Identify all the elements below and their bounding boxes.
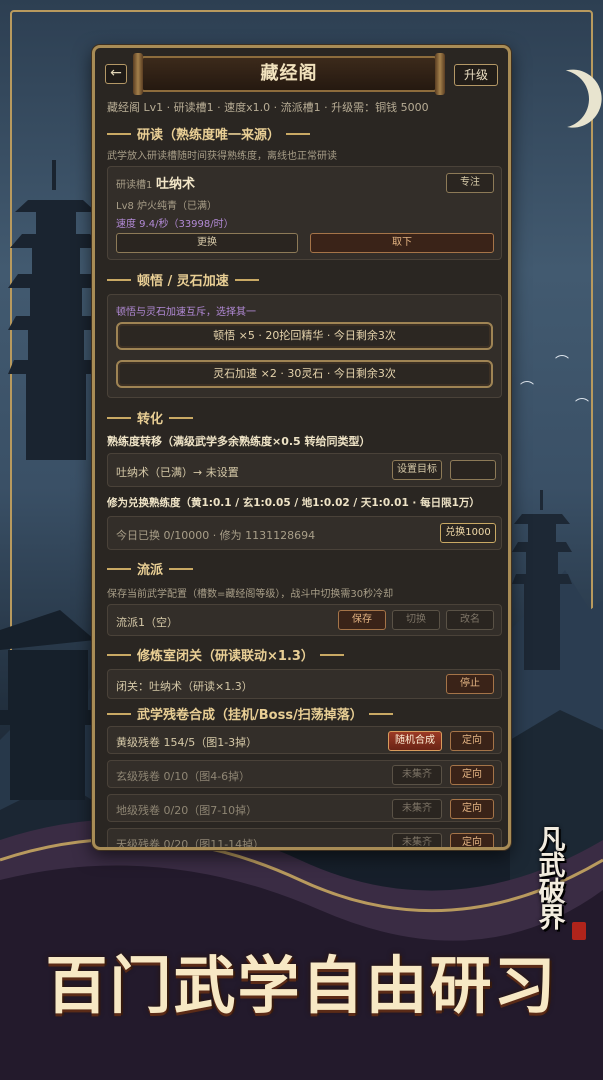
skill-level: Lv8 炉火纯青（已满） bbox=[116, 201, 218, 212]
scroll-count: 黄级残卷 154/5（图1-3掉） bbox=[116, 736, 258, 749]
scroll-row-heaven: 天级残卷 0/20（图11-14掉） 未集齐 定向 bbox=[107, 828, 502, 850]
crane-icon: ⌒ bbox=[575, 398, 589, 414]
study-speed: 速度 9.4/秒（33998/时） bbox=[116, 219, 234, 230]
targeted-synthesize-button[interactable]: 定向 bbox=[450, 765, 494, 785]
not-collected-button[interactable]: 未集齐 bbox=[392, 765, 442, 785]
divider bbox=[107, 653, 131, 656]
divider bbox=[107, 132, 131, 135]
targeted-synthesize-button[interactable]: 定向 bbox=[450, 731, 494, 751]
divider bbox=[107, 278, 131, 281]
retreat-status: 闭关：吐纳术（研读×1.3） bbox=[116, 680, 253, 693]
moon bbox=[523, 62, 597, 136]
page-title: 藏经阁 bbox=[260, 63, 318, 84]
divider bbox=[107, 712, 131, 715]
section-title: 顿悟 / 灵石加速 bbox=[137, 274, 229, 289]
slot-label: 研读槽1 bbox=[116, 180, 153, 191]
boost-section-heading: 顿悟 / 灵石加速 bbox=[107, 270, 259, 289]
pagoda-right bbox=[512, 490, 572, 670]
divider bbox=[286, 132, 311, 135]
pagoda-left bbox=[8, 160, 103, 460]
set-target-button[interactable]: 设置目标 bbox=[392, 460, 442, 480]
targeted-synthesize-button[interactable]: 定向 bbox=[450, 799, 494, 819]
school-section-heading: 流派 bbox=[107, 559, 194, 578]
empty-target-button[interactable] bbox=[450, 460, 496, 480]
switch-school-button[interactable]: 切换 bbox=[392, 610, 440, 630]
back-button[interactable]: ← bbox=[105, 64, 127, 84]
scroll-count: 地级残卷 0/20（图7-10掉） bbox=[116, 804, 258, 817]
stop-retreat-button[interactable]: 停止 bbox=[446, 674, 494, 694]
scroll-row-yellow: 黄级残卷 154/5（图1-3掉） 随机合成 定向 bbox=[107, 726, 502, 754]
transfer-status: 吐纳术（已满）→ 未设置 bbox=[116, 466, 239, 479]
exchange-title: 修为兑换熟练度（黄1:0.1 / 玄1:0.05 / 地1:0.02 / 天1:… bbox=[107, 497, 480, 509]
rename-school-button[interactable]: 改名 bbox=[446, 610, 494, 630]
not-collected-button[interactable]: 未集齐 bbox=[392, 833, 442, 847]
scroll-count: 天级残卷 0/20（图11-14掉） bbox=[116, 838, 265, 850]
divider bbox=[319, 653, 344, 656]
scroll-count: 玄级残卷 0/10（图4-6掉） bbox=[116, 770, 251, 783]
retreat-row: 闭关：吐纳术（研读×1.3） 停止 bbox=[107, 669, 502, 699]
study-slot-card: 研读槽1 吐纳术 专注 Lv8 炉火纯青（已满） 速度 9.4/秒（33998/… bbox=[107, 166, 502, 260]
panel-header: ← 藏经阁 升级 bbox=[95, 48, 508, 95]
scroll-section-heading: 武学残卷合成（挂机/Boss/扫荡掉落） bbox=[107, 704, 393, 723]
divider bbox=[169, 416, 194, 419]
crane-icon: ⌒ bbox=[555, 355, 569, 371]
retreat-section-heading: 修炼室闭关（研读联动×1.3） bbox=[107, 645, 344, 664]
exchange-button[interactable]: 兑换1000 bbox=[440, 523, 496, 543]
title-scroll: 藏经阁 bbox=[133, 53, 445, 95]
divider bbox=[169, 567, 194, 570]
library-status: 藏经阁 Lv1 · 研读槽1 · 速度x1.0 · 流派槽1 · 升级需：铜钱 … bbox=[107, 101, 429, 114]
epiphany-button[interactable]: 顿悟 ×5 · 20抡回精华 · 今日剩余3次 bbox=[116, 322, 493, 350]
not-collected-button[interactable]: 未集齐 bbox=[392, 799, 442, 819]
library-panel: ← 藏经阁 升级 藏经阁 Lv1 · 研读槽1 · 速度x1.0 · 流派槽1 … bbox=[92, 45, 511, 850]
section-title: 武学残卷合成（挂机/Boss/扫荡掉落） bbox=[137, 708, 363, 723]
spirit-stone-boost-button[interactable]: 灵石加速 ×2 · 30灵石 · 今日剩余3次 bbox=[116, 360, 493, 388]
swap-skill-button[interactable]: 更换 bbox=[116, 233, 298, 253]
study-section-heading: 研读（熟练度唯一来源） bbox=[107, 124, 311, 143]
scroll-row-earth: 地级残卷 0/20（图7-10掉） 未集齐 定向 bbox=[107, 794, 502, 822]
transfer-title: 熟练度转移（满级武学多余熟练度×0.5 转给同类型） bbox=[107, 435, 371, 448]
school-slot: 流派1（空） bbox=[116, 616, 178, 629]
skill-name: 吐纳术 bbox=[156, 177, 196, 192]
divider bbox=[368, 712, 393, 715]
section-title: 修炼室闭关（研读联动×1.3） bbox=[137, 649, 314, 664]
targeted-synthesize-button[interactable]: 定向 bbox=[450, 833, 494, 847]
crane-icon: ⌒ bbox=[520, 381, 534, 397]
upgrade-button[interactable]: 升级 bbox=[454, 64, 498, 86]
school-note: 保存当前武学配置（槽数=藏经阁等级），战斗中切换需30秒冷却 bbox=[107, 589, 394, 600]
remove-skill-button[interactable]: 取下 bbox=[310, 233, 494, 253]
pavilion-left bbox=[0, 610, 95, 800]
school-row: 流派1（空） 保存 切换 改名 bbox=[107, 604, 502, 636]
save-school-button[interactable]: 保存 bbox=[338, 610, 386, 630]
study-note: 武学放入研读槽随时间获得熟练度，离线也正常研读 bbox=[107, 151, 337, 162]
transform-section-heading: 转化 bbox=[107, 408, 194, 427]
promo-slogan: 百门武学自由研习 bbox=[45, 949, 558, 1022]
section-title: 研读（熟练度唯一来源） bbox=[137, 128, 281, 143]
divider bbox=[234, 278, 259, 281]
game-logo: 凡 武 破 界 bbox=[520, 827, 586, 948]
divider bbox=[107, 416, 131, 419]
section-title: 流派 bbox=[137, 563, 164, 578]
focus-button[interactable]: 专注 bbox=[446, 173, 494, 193]
section-title: 转化 bbox=[137, 412, 164, 427]
divider bbox=[107, 567, 131, 570]
exchange-status: 今日已换 0/10000 · 修为 1131128694 bbox=[116, 529, 316, 542]
random-synthesize-button[interactable]: 随机合成 bbox=[388, 731, 442, 751]
scroll-row-mystic: 玄级残卷 0/10（图4-6掉） 未集齐 定向 bbox=[107, 760, 502, 788]
transfer-row: 吐纳术（已满）→ 未设置 设置目标 bbox=[107, 453, 502, 487]
exchange-row: 今日已换 0/10000 · 修为 1131128694 兑换1000 bbox=[107, 516, 502, 550]
boost-note: 顿悟与灵石加速互斥，选择其一 bbox=[116, 307, 256, 318]
